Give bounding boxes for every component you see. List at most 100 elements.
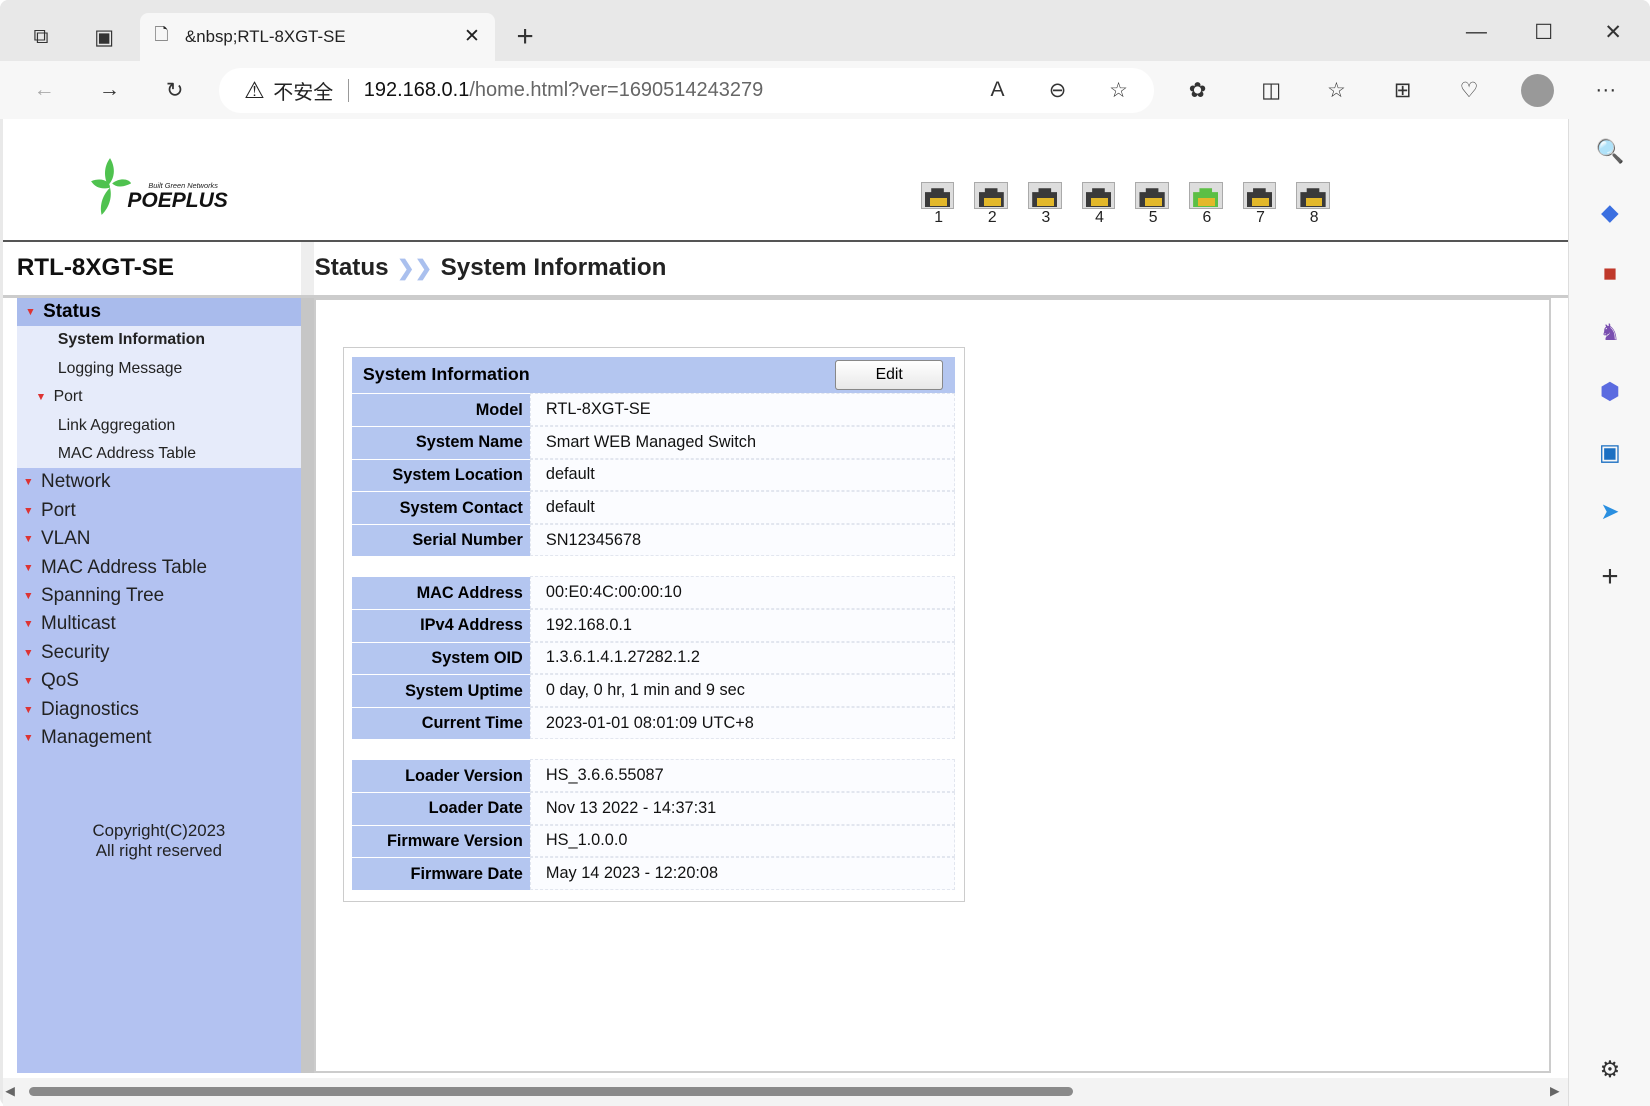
workspaces-icon[interactable]: ⧉ xyxy=(23,21,59,53)
port-3[interactable]: 3 xyxy=(1028,182,1064,227)
port-4[interactable]: 4 xyxy=(1081,182,1118,227)
edge-sidebar: 🔍 ◆ ■ ♞ ⬢ ▣ ➤ + ⚙ xyxy=(1567,118,1650,1106)
field-value: default xyxy=(530,491,956,524)
sidebar-nav: ▼ Status System Information Logging Messa… xyxy=(16,297,301,1074)
more-menu-icon[interactable]: ··· xyxy=(1589,74,1623,108)
zoom-out-icon[interactable]: ⊖ xyxy=(1042,75,1074,107)
settings-gear-icon[interactable]: ⚙ xyxy=(1592,1051,1628,1087)
ethernet-port-icon xyxy=(1081,182,1116,210)
sidebar-item-network[interactable]: ▼ Network xyxy=(17,468,301,496)
outlook-icon[interactable]: ▣ xyxy=(1592,435,1628,471)
vertical-tabs-icon[interactable]: ▣ xyxy=(86,21,122,53)
table-row: System OID 1.3.6.1.4.1.27282.1.2 xyxy=(352,641,956,675)
sidebar-item-system-information[interactable]: System Information xyxy=(17,326,301,354)
field-value: HS_1.0.0.0 xyxy=(530,824,956,858)
sidebar-item-port[interactable]: ▼ Port xyxy=(17,497,301,525)
add-icon[interactable]: + xyxy=(1592,559,1628,595)
breadcrumb-section[interactable]: Status xyxy=(315,254,389,282)
edit-button[interactable]: Edit xyxy=(835,360,943,390)
sidebar-item-multicast[interactable]: ▼ Multicast xyxy=(17,610,301,638)
table-row: Current Time 2023-01-01 08:01:09 UTC+8 xyxy=(352,706,956,740)
panel-title: System Information xyxy=(362,364,530,385)
field-label: Loader Version xyxy=(352,759,531,793)
port-6[interactable]: 6 xyxy=(1188,182,1225,227)
profile-avatar[interactable] xyxy=(1520,73,1555,108)
collections-icon[interactable]: ⊞ xyxy=(1386,74,1420,108)
forward-icon[interactable]: → xyxy=(93,74,127,108)
field-value: 1.3.6.1.4.1.27282.1.2 xyxy=(530,641,956,675)
sidebar-item-qos[interactable]: ▼ QoS xyxy=(17,667,301,695)
close-tab-icon[interactable]: ✕ xyxy=(464,25,480,48)
split-screen-icon[interactable]: ◫ xyxy=(1254,74,1288,108)
table-row: Loader Date Nov 13 2022 - 14:37:31 xyxy=(352,792,956,825)
send-icon[interactable]: ➤ xyxy=(1592,494,1628,530)
sidebar-item-label: MAC Address Table xyxy=(41,556,207,578)
sidebar-item-port-status[interactable]: ▼ Port xyxy=(17,383,301,411)
panel-header: System Information Edit xyxy=(352,356,956,394)
port-7[interactable]: 7 xyxy=(1242,182,1279,227)
sidebar-item-label: QoS xyxy=(41,670,79,692)
scroll-left-icon[interactable]: ◀ xyxy=(5,1083,15,1098)
sidebar-item-link-aggregation[interactable]: Link Aggregation xyxy=(17,411,301,439)
poeplus-logo: Built Green Networks POEPLUS xyxy=(89,156,228,219)
sidebar-item-label: Network xyxy=(41,471,111,493)
sidebar-item-spanning-tree[interactable]: ▼ Spanning Tree xyxy=(17,582,301,610)
port-label: 8 xyxy=(1309,209,1319,227)
favorite-star-icon[interactable]: ☆ xyxy=(1103,75,1135,107)
port-2[interactable]: 2 xyxy=(974,182,1010,227)
port-status-panel: 1 2 3 4 5 6 7 8 xyxy=(920,182,1332,227)
shopping-tag-icon[interactable]: ◆ xyxy=(1592,195,1628,231)
sidebar-item-status[interactable]: ▼ Status xyxy=(16,297,301,327)
divider xyxy=(347,78,350,103)
maximize-icon[interactable]: ☐ xyxy=(1528,16,1560,48)
browser-health-icon[interactable]: ♡ xyxy=(1452,74,1486,108)
close-window-icon[interactable]: ✕ xyxy=(1597,16,1629,48)
url-path: /home.html?ver=1690514243279 xyxy=(469,78,764,101)
field-label: Firmware Date xyxy=(352,857,531,890)
sidebar-splitter[interactable] xyxy=(300,297,314,1074)
tools-icon[interactable]: ■ xyxy=(1592,256,1628,292)
port-label: 6 xyxy=(1202,209,1212,227)
new-tab-icon[interactable]: + xyxy=(507,20,543,53)
scroll-right-icon[interactable]: ▶ xyxy=(1550,1083,1560,1098)
expand-arrow-icon: ▼ xyxy=(23,476,34,489)
sidebar-item-vlan[interactable]: ▼ VLAN xyxy=(17,525,301,553)
field-label: Loader Date xyxy=(352,792,531,825)
games-icon[interactable]: ♞ xyxy=(1592,315,1628,351)
field-value: Smart WEB Managed Switch xyxy=(530,425,956,459)
minimize-icon[interactable]: — xyxy=(1461,16,1493,48)
favorites-icon[interactable]: ☆ xyxy=(1320,74,1354,108)
field-label: System Uptime xyxy=(352,674,531,707)
tab-active[interactable]: 🗋 &nbsp;RTL-8XGT-SE ✕ xyxy=(139,12,495,62)
horizontal-scrollbar[interactable]: ◀ ▶ xyxy=(3,1077,1568,1106)
security-label[interactable]: 不安全 xyxy=(273,76,333,105)
sidebar-item-security[interactable]: ▼ Security xyxy=(17,639,301,667)
field-label: Model xyxy=(352,393,531,426)
breadcrumb-separator-icon: ❯❯ xyxy=(396,256,433,280)
back-icon[interactable]: ← xyxy=(27,74,61,108)
sidebar-item-mac-address-table[interactable]: ▼ MAC Address Table xyxy=(17,553,301,581)
sidebar-item-diagnostics[interactable]: ▼ Diagnostics xyxy=(17,695,301,723)
table-row: Loader Version HS_3.6.6.55087 xyxy=(352,759,956,793)
expand-arrow-icon: ▼ xyxy=(23,646,34,659)
field-label: System Location xyxy=(352,458,531,492)
expand-arrow-icon: ▼ xyxy=(23,618,34,631)
read-aloud-icon[interactable]: A xyxy=(982,75,1014,107)
refresh-icon[interactable]: ↻ xyxy=(158,74,192,108)
port-1[interactable]: 1 xyxy=(920,182,957,227)
address-bar[interactable]: ⚠ 不安全 192.168.0.1/home.html?ver=16905142… xyxy=(218,68,1155,113)
extensions-icon[interactable]: ✿ xyxy=(1181,74,1215,108)
table-row: Serial Number SN12345678 xyxy=(352,523,956,557)
search-icon[interactable]: 🔍 xyxy=(1592,134,1628,170)
sidebar-item-management[interactable]: ▼ Management xyxy=(17,724,301,752)
port-5[interactable]: 5 xyxy=(1135,182,1171,227)
field-value: Nov 13 2022 - 14:37:31 xyxy=(530,792,956,825)
port-8[interactable]: 8 xyxy=(1296,182,1332,227)
sidebar-item-mac-address-table-status[interactable]: MAC Address Table xyxy=(17,440,301,468)
office-icon[interactable]: ⬢ xyxy=(1592,374,1628,410)
sidebar-item-logging-message[interactable]: Logging Message xyxy=(17,355,301,383)
scrollbar-thumb[interactable] xyxy=(29,1087,1074,1097)
expand-arrow-icon: ▼ xyxy=(23,675,34,688)
field-value: May 14 2023 - 12:20:08 xyxy=(530,857,956,890)
sidebar-item-label: Multicast xyxy=(41,613,116,635)
